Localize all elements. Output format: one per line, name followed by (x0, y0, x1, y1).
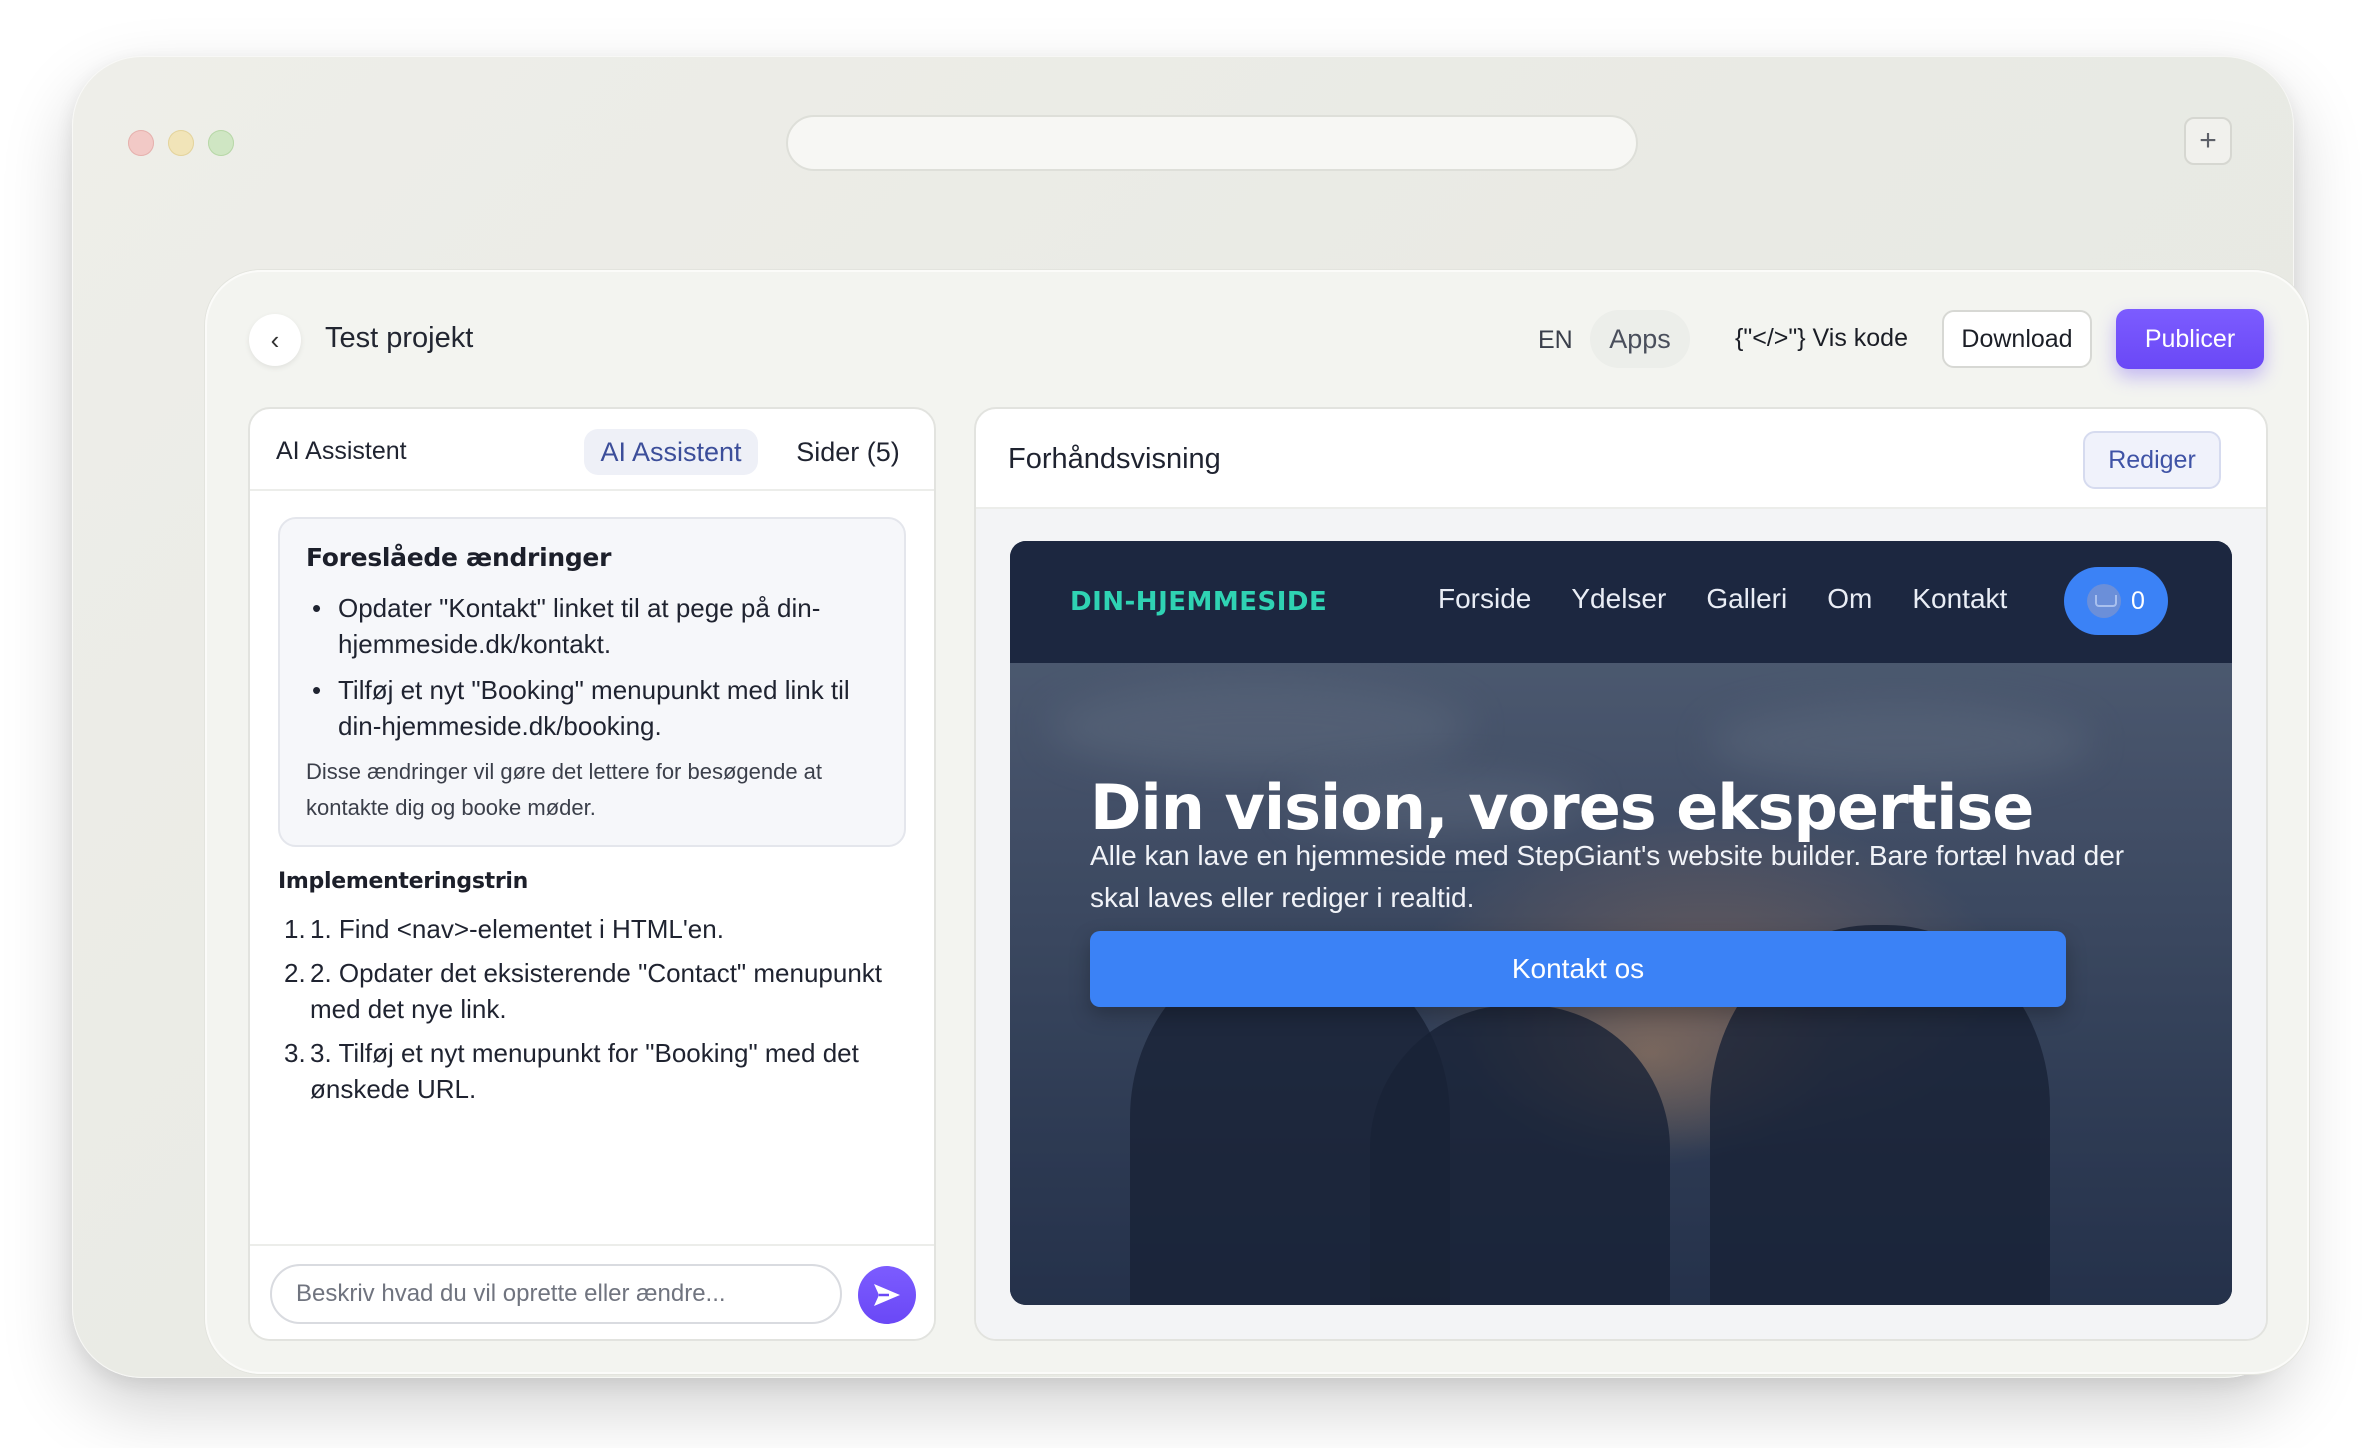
site-nav-links: Forside Ydelser Galleri Om Kontakt (1438, 583, 2007, 615)
language-switch[interactable]: EN (1538, 326, 1573, 355)
assistant-panel-title: AI Assistent (276, 437, 407, 465)
list-item: 3. 3. Tilføj et nyt menupunkt for "Bookin… (278, 1035, 908, 1107)
suggestion-card: Foreslåede ændringer Opdater "Kontakt" l… (278, 517, 906, 847)
list-item: 2. 2. Opdater det eksisterende "Contact" … (278, 955, 908, 1027)
window-controls (128, 130, 234, 156)
chat-input[interactable] (270, 1264, 842, 1324)
cart-button[interactable]: 0 (2064, 567, 2168, 635)
suggestion-note: Disse ændringer vil gøre det lettere for… (306, 759, 823, 820)
site-nav-forside[interactable]: Forside (1438, 583, 1531, 615)
view-code-button[interactable]: {"</>"} Vis kode (1735, 324, 1908, 353)
tab-ai-assistant[interactable]: AI Assistent (584, 429, 758, 475)
step-number: 3. (284, 1038, 306, 1068)
site-nav-ydelser[interactable]: Ydelser (1571, 583, 1666, 615)
site-navbar: DIN-HJEMMESIDE Forside Ydelser Galleri O… (1010, 541, 2232, 663)
list-item: 1. 1. Find <nav>-elementet i HTML'en. (278, 911, 908, 947)
minimize-window-button[interactable] (168, 130, 194, 156)
cart-icon (2087, 584, 2122, 618)
send-button[interactable] (858, 1266, 916, 1324)
step-number: 1. (284, 914, 306, 944)
plus-icon: + (2199, 124, 2217, 157)
contact-cta-button[interactable]: Kontakt os (1090, 931, 2066, 1007)
site-nav-kontakt[interactable]: Kontakt (1912, 583, 2007, 615)
step-text: 1. Find <nav>-elementet i HTML'en. (310, 914, 724, 944)
step-number: 2. (284, 958, 306, 988)
chat-footer (250, 1244, 934, 1339)
project-title: Test projekt (325, 322, 474, 354)
suggestion-list: Opdater "Kontakt" linket til at pege på … (306, 590, 878, 744)
tab-pages[interactable]: Sider (5) (773, 429, 923, 475)
assistant-panel-header: AI Assistent AI Assistent Sider (5) (250, 409, 934, 491)
preview-panel-header: Forhåndsvisning Rediger (976, 409, 2266, 509)
assistant-panel: AI Assistent AI Assistent Sider (5) Fore… (248, 407, 936, 1341)
site-nav-galleri[interactable]: Galleri (1706, 583, 1787, 615)
steps-list: 1. 1. Find <nav>-elementet i HTML'en. 2. 2… (278, 911, 908, 1115)
suggestion-heading: Foreslåede ændringer (306, 543, 612, 572)
website-preview: DIN-HJEMMESIDE Forside Ydelser Galleri O… (1010, 541, 2232, 1305)
preview-panel: Forhåndsvisning Rediger DIN-HJEMMESIDE F… (974, 407, 2268, 1341)
edit-button[interactable]: Rediger (2083, 431, 2221, 489)
cart-count: 0 (2131, 586, 2145, 615)
list-item: Tilføj et nyt "Booking" menupunkt med li… (306, 672, 878, 744)
hero-title: Din vision, vores ekspertise (1090, 771, 2034, 844)
app-container: ‹ Test projekt EN Apps {"</>"} Vis kode … (205, 270, 2309, 1374)
publish-button[interactable]: Publicer (2116, 309, 2264, 369)
steps-heading: Implementeringstrin (278, 869, 529, 894)
maximize-window-button[interactable] (208, 130, 234, 156)
preview-title: Forhåndsvisning (1008, 443, 1221, 475)
back-button[interactable]: ‹ (249, 314, 301, 366)
hero-subtitle: Alle kan lave en hjemmeside med StepGian… (1090, 840, 2125, 913)
preview-canvas: DIN-HJEMMESIDE Forside Ydelser Galleri O… (976, 509, 2266, 1339)
new-tab-button[interactable]: + (2184, 117, 2232, 165)
hero-section: Din vision, vores ekspertise Alle kan la… (1010, 663, 2232, 1305)
address-bar[interactable] (786, 115, 1638, 171)
list-item: Opdater "Kontakt" linket til at pege på … (306, 590, 878, 662)
chevron-left-icon: ‹ (270, 324, 280, 355)
send-icon (874, 1284, 900, 1306)
step-text: 3. Tilføj et nyt menupunkt for "Booking"… (310, 1038, 859, 1104)
apps-button[interactable]: Apps (1590, 310, 1690, 368)
close-window-button[interactable] (128, 130, 154, 156)
browser-window: + ‹ Test projekt EN Apps {"</>"} Vis kod… (72, 56, 2309, 1378)
step-text: 2. Opdater det eksisterende "Contact" me… (310, 958, 883, 1024)
download-button[interactable]: Download (1942, 310, 2092, 368)
site-nav-om[interactable]: Om (1827, 583, 1872, 615)
site-logo[interactable]: DIN-HJEMMESIDE (1070, 587, 1327, 617)
